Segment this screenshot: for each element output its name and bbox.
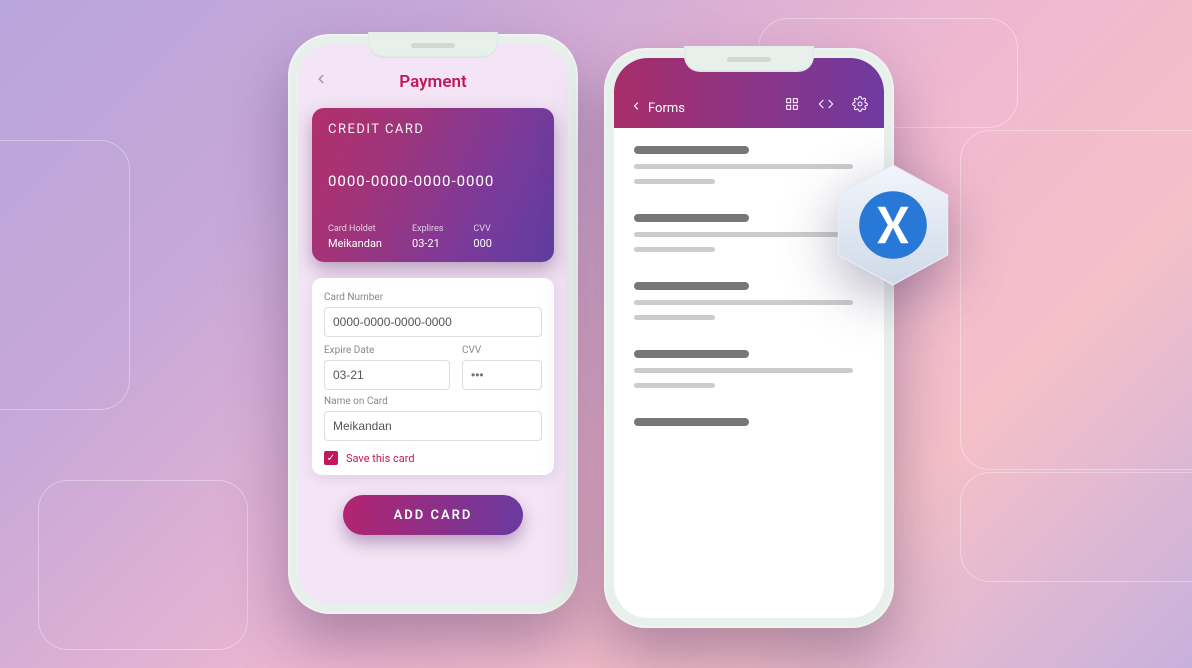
forms-title: Forms xyxy=(648,101,685,116)
placeholder-line xyxy=(634,383,715,388)
add-card-button[interactable]: ADD CARD xyxy=(343,495,523,535)
back-icon[interactable] xyxy=(314,71,328,90)
placeholder-line xyxy=(634,368,853,373)
payment-form: Card Number Expire Date CVV Name on Card xyxy=(312,278,554,475)
card-cvv-value: 000 xyxy=(473,237,492,250)
save-card-checkbox[interactable]: ✓ xyxy=(324,451,338,465)
cvv-label: CVV xyxy=(462,345,542,356)
name-on-card-input[interactable] xyxy=(324,411,542,441)
code-icon[interactable] xyxy=(818,96,834,116)
placeholder-heading xyxy=(634,282,749,290)
back-icon[interactable] xyxy=(630,100,642,116)
credit-card-title: CREDIT CARD xyxy=(328,122,538,137)
xamarin-icon xyxy=(828,160,958,290)
placeholder-line xyxy=(634,164,853,169)
cvv-input[interactable] xyxy=(462,360,542,390)
phone-notch xyxy=(368,32,498,58)
card-number-label: Card Number xyxy=(324,292,542,303)
grid-icon[interactable] xyxy=(784,96,800,116)
credit-card-preview: CREDIT CARD 0000-0000-0000-0000 Card Hol… xyxy=(312,108,554,262)
placeholder-line xyxy=(634,300,853,305)
phone-forms: Forms xyxy=(604,48,894,628)
card-expires-label: Explires xyxy=(412,224,443,234)
expire-date-input[interactable] xyxy=(324,360,450,390)
placeholder-heading xyxy=(634,350,749,358)
placeholder-line xyxy=(634,232,853,237)
gear-icon[interactable] xyxy=(852,96,868,116)
placeholder-line xyxy=(634,247,715,252)
card-expires-value: 03-21 xyxy=(412,237,443,250)
placeholder-heading xyxy=(634,418,749,426)
placeholder-heading xyxy=(634,146,749,154)
placeholder-heading xyxy=(634,214,749,222)
credit-card-number: 0000-0000-0000-0000 xyxy=(328,172,538,190)
name-on-card-label: Name on Card xyxy=(324,396,542,407)
page-title: Payment xyxy=(399,72,466,92)
card-cvv-label: CVV xyxy=(473,224,492,234)
card-holder-value: Meikandan xyxy=(328,237,382,250)
phone-payment: Payment CREDIT CARD 0000-0000-0000-0000 … xyxy=(288,34,578,614)
form-group xyxy=(634,418,864,426)
form-group xyxy=(634,350,864,388)
placeholder-line xyxy=(634,179,715,184)
placeholder-line xyxy=(634,315,715,320)
save-card-label: Save this card xyxy=(346,452,415,465)
expire-date-label: Expire Date xyxy=(324,345,450,356)
card-number-input[interactable] xyxy=(324,307,542,337)
phone-notch xyxy=(684,46,814,72)
card-holder-label: Card Holdet xyxy=(328,224,382,234)
